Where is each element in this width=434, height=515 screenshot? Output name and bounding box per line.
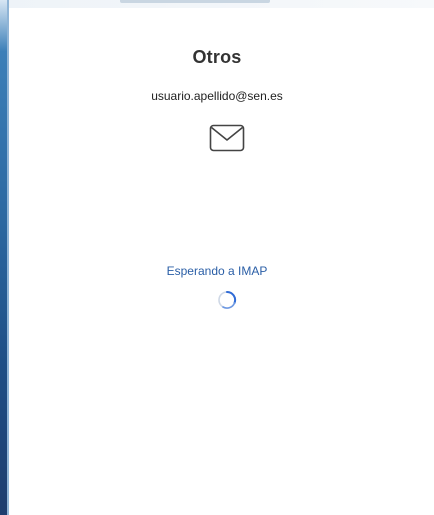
envelope-icon [209, 124, 245, 152]
loading-spinner-icon [218, 290, 237, 309]
status-message: Esperando a IMAP [166, 264, 268, 278]
account-email: usuario.apellido@sen.es [151, 89, 283, 103]
window-top-accent [120, 0, 270, 3]
provider-title: Otros [192, 47, 242, 67]
dialog-window: Otros usuario.apellido@sen.es Esperando … [0, 0, 434, 515]
content-panel [9, 8, 434, 515]
